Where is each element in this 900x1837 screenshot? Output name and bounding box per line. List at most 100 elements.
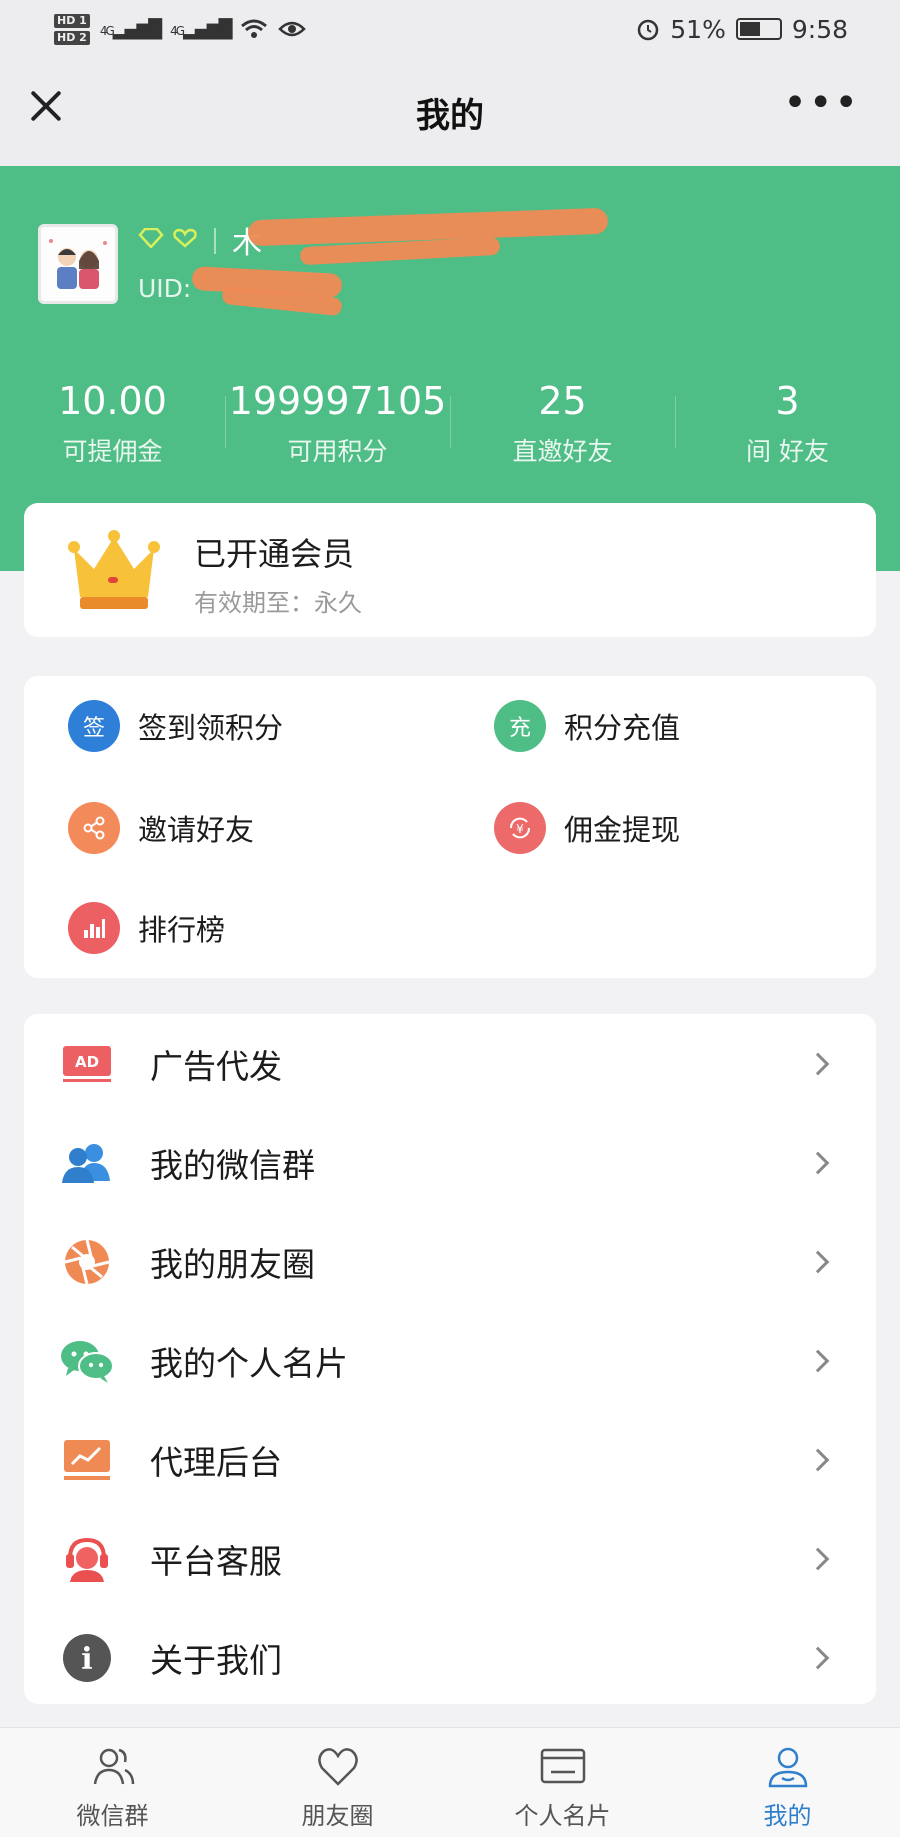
- leaderboard-label: 排行榜: [138, 913, 226, 947]
- withdraw-icon: ¥: [494, 802, 546, 854]
- stat-commission[interactable]: 10.00 可提佣金: [0, 376, 225, 468]
- menu-item-customer-service[interactable]: 平台客服: [24, 1509, 876, 1608]
- nav-bar: 我的 •••: [0, 58, 900, 166]
- membership-card[interactable]: 已开通会员 有效期至：永久: [24, 503, 876, 637]
- more-menu-icon[interactable]: •••: [783, 83, 860, 123]
- menu-label: 我的微信群: [150, 1145, 315, 1185]
- group-icon: [60, 1136, 114, 1190]
- menu-label: 关于我们: [150, 1640, 282, 1680]
- stat-value: 199997105: [228, 379, 447, 423]
- stat-label: 间 好友: [746, 437, 829, 466]
- stat-direct-invites[interactable]: 25 直邀好友: [450, 376, 675, 468]
- checkin-points-button[interactable]: 签 签到领积分: [68, 700, 283, 752]
- tab-label: 朋友圈: [301, 1802, 374, 1830]
- stat-value: 25: [538, 379, 587, 423]
- menu-item-ads[interactable]: AD 广告代发: [24, 1014, 876, 1113]
- menu-label: 我的个人名片: [150, 1343, 348, 1383]
- chevron-right-icon: [806, 1448, 830, 1471]
- aperture-icon: [60, 1235, 114, 1289]
- membership-expiry: 有效期至：永久: [194, 589, 362, 617]
- leaderboard-button[interactable]: 排行榜: [68, 902, 225, 954]
- ad-text: AD: [75, 1053, 99, 1071]
- withdraw-commission-button[interactable]: ¥ 佣金提现: [494, 802, 680, 854]
- membership-title: 已开通会员: [194, 535, 355, 573]
- people-icon: [93, 1748, 134, 1785]
- signal-2-icon: 4G▂▄▆█: [170, 18, 232, 40]
- avatar[interactable]: [38, 224, 118, 304]
- avatar-illustration: [41, 227, 115, 301]
- network-1-label: 4G: [99, 23, 115, 38]
- tab-wechat-groups[interactable]: 微信群: [0, 1728, 225, 1837]
- status-right: 51% 9:58: [636, 15, 848, 44]
- user-icon: [768, 1747, 807, 1788]
- tab-label: 我的: [763, 1802, 812, 1830]
- stat-label: 直邀好友: [512, 437, 613, 466]
- tab-label: 微信群: [76, 1802, 149, 1830]
- chevron-right-icon: [806, 1151, 830, 1174]
- close-icon[interactable]: [26, 86, 66, 126]
- uid-label: UID:: [138, 274, 192, 303]
- aperture-glyph: [64, 1239, 110, 1284]
- menu-item-personal-card[interactable]: 我的个人名片: [24, 1311, 876, 1410]
- group-glyph: [62, 1143, 110, 1183]
- diamond-icon: [138, 228, 164, 248]
- tab-mine[interactable]: 我的: [675, 1728, 900, 1837]
- menu-label: 广告代发: [150, 1046, 282, 1086]
- headset-glyph: [66, 1537, 108, 1582]
- chevron-right-icon: [806, 1250, 830, 1273]
- invite-friends-button[interactable]: 邀请好友: [68, 802, 254, 854]
- menu-label: 我的朋友圈: [150, 1244, 315, 1284]
- share-glyph: [83, 816, 105, 840]
- hd1-indicator: HD 1: [54, 13, 90, 28]
- battery-percent: 51%: [670, 14, 726, 44]
- stat-points[interactable]: 199997105 可用积分: [225, 376, 450, 468]
- leaderboard-icon: [68, 902, 120, 954]
- wechat-icon: [60, 1334, 114, 1388]
- board-glyph: [64, 1439, 110, 1480]
- card-icon: [540, 1748, 585, 1784]
- menu-list: AD 广告代发 我的微信群 我的朋友圈 我的个人名片 代理后台 平台客服 i 关…: [24, 1014, 876, 1704]
- heart-icon: [317, 1748, 358, 1786]
- level-badges: [138, 228, 198, 248]
- signal-1-icon: 4G▂▄▆█: [99, 18, 162, 40]
- status-bar: HD 1 HD 2 4G▂▄▆█ 4G▂▄▆█ 51% 9:58: [0, 0, 900, 58]
- checkin-label: 签到领积分: [138, 711, 284, 745]
- ad-glyph: AD: [63, 1045, 111, 1082]
- stat-indirect-invites[interactable]: 3 间 好友: [675, 376, 900, 468]
- quick-actions: 签 签到领积分 充 积分充值 邀请好友 ¥ 佣金提现 排行榜: [24, 676, 876, 978]
- stats-row: 10.00 可提佣金 199997105 可用积分 25 直邀好友 3 间 好友: [0, 376, 900, 468]
- chevron-right-icon: [806, 1646, 830, 1669]
- share-icon: [68, 802, 120, 854]
- recharge-label: 积分充值: [564, 711, 681, 745]
- menu-item-moments[interactable]: 我的朋友圈: [24, 1212, 876, 1311]
- wechat-glyph: [61, 1340, 114, 1383]
- points-recharge-button[interactable]: 充 积分充值: [494, 700, 680, 752]
- tab-personal-card[interactable]: 个人名片: [450, 1728, 675, 1837]
- chart-board-icon: [60, 1433, 114, 1487]
- recharge-icon: 充: [494, 700, 546, 752]
- hd-indicators: HD 1 HD 2: [54, 13, 90, 45]
- bottom-tab-bar: 微信群 朋友圈 个人名片 我的: [0, 1727, 900, 1837]
- menu-item-about-us[interactable]: i 关于我们: [24, 1608, 876, 1707]
- chevron-right-icon: [806, 1349, 830, 1372]
- status-left: HD 1 HD 2 4G▂▄▆█ 4G▂▄▆█: [54, 13, 307, 45]
- svg-text:¥: ¥: [516, 822, 524, 836]
- yuan-cycle-glyph: ¥: [509, 817, 531, 839]
- chevron-right-icon: [806, 1547, 830, 1570]
- tab-moments[interactable]: 朋友圈: [225, 1728, 450, 1837]
- wifi-icon: [241, 19, 268, 38]
- withdraw-label: 佣金提现: [564, 813, 681, 847]
- stat-label: 可用积分: [287, 437, 388, 466]
- eye-icon: [278, 21, 307, 37]
- clock: 9:58: [791, 14, 848, 44]
- checkin-icon: 签: [68, 700, 120, 752]
- invite-label: 邀请好友: [138, 813, 255, 847]
- network-2-label: 4G: [170, 23, 185, 38]
- menu-label: 代理后台: [150, 1442, 282, 1482]
- stat-value: 3: [775, 379, 800, 423]
- info-glyph: i: [63, 1633, 111, 1682]
- menu-item-wechat-groups[interactable]: 我的微信群: [24, 1113, 876, 1212]
- menu-item-agent-backend[interactable]: 代理后台: [24, 1410, 876, 1509]
- stat-value: 10.00: [58, 379, 167, 423]
- headset-icon: [60, 1532, 114, 1586]
